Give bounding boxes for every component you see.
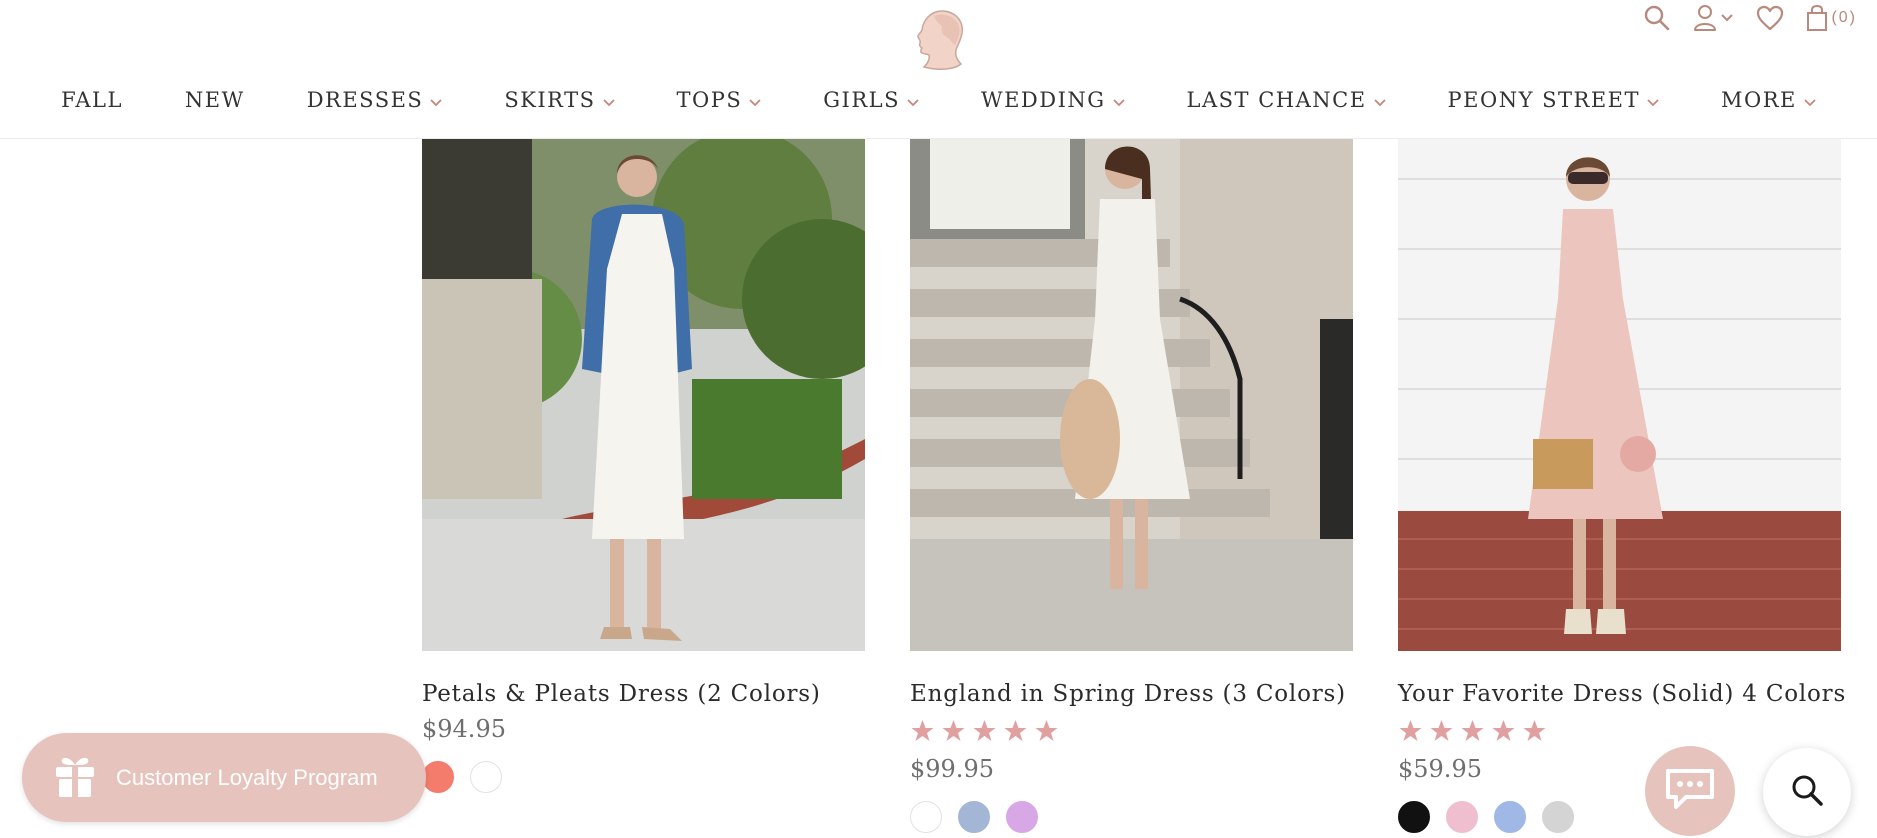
rating-stars [1398,719,1841,747]
nav-item-label: LAST CHANCE [1186,88,1367,112]
star-icon [1398,719,1423,747]
star-icon [941,719,966,747]
star-icon [1460,719,1485,747]
account-icon [1693,4,1717,32]
star-icon [1429,719,1454,747]
chat-button[interactable] [1645,746,1735,836]
loyalty-label: Customer Loyalty Program [116,764,378,790]
color-swatch[interactable] [470,761,502,793]
chat-icon [1664,767,1716,815]
star-icon [972,719,997,747]
nav-item-skirts[interactable]: SKIRTS [473,88,645,112]
product-grid: Petals & Pleats Dress (2 Colors) $94.95 [422,139,1845,833]
account-menu[interactable] [1693,4,1734,32]
nav-item-label: NEW [184,88,245,112]
main-navigation: FALL NEW DRESSES SKIRTS TOPS GIRLS WEDDING LAST… [0,88,1877,112]
chevron-down-icon [1720,13,1734,23]
gift-icon [54,753,96,803]
nav-item-label: FALL [61,88,123,112]
star-icon [1522,719,1547,747]
nav-item-last-chance[interactable]: LAST CHANCE [1156,88,1417,112]
floating-search-button[interactable] [1763,748,1851,836]
logo[interactable] [912,8,968,72]
search-icon [1790,773,1824,811]
header-utility-icons: (0) [1643,4,1857,32]
nav-item-tops[interactable]: TOPS [646,88,793,112]
nav-item-label: DRESSES [306,88,424,112]
nav-item-label: MORE [1721,88,1797,112]
color-swatch[interactable] [958,801,990,833]
product-card[interactable]: England in Spring Dress (3 Colors) $99.9… [910,139,1353,833]
color-swatch[interactable] [1542,801,1574,833]
star-icon [1003,719,1028,747]
nav-item-fall[interactable]: FALL [30,88,154,112]
nav-item-dresses[interactable]: DRESSES [276,88,474,112]
nav-item-girls[interactable]: GIRLS [792,88,950,112]
color-swatch[interactable] [1446,801,1478,833]
nav-item-label: WEDDING [981,88,1106,112]
product-image[interactable] [910,139,1353,651]
cart-icon [1806,4,1828,32]
nav-item-label: TOPS [676,88,743,112]
search-icon[interactable] [1643,4,1671,32]
nav-item-label: SKIRTS [504,88,596,112]
star-icon [1491,719,1516,747]
product-card[interactable]: Your Favorite Dress (Solid) 4 Colors $59… [1398,139,1845,833]
chevron-down-icon [1112,88,1125,112]
cart-count: (0) [1831,9,1857,26]
product-name[interactable]: Petals & Pleats Dress (2 Colors) [422,681,865,707]
chevron-down-icon [1647,88,1659,112]
product-name[interactable]: Your Favorite Dress (Solid) 4 Colors [1398,681,1845,707]
color-swatches [910,801,1353,833]
color-swatch[interactable] [1006,801,1038,833]
heart-icon[interactable] [1756,5,1784,31]
color-swatch[interactable] [1494,801,1526,833]
chevron-down-icon [1804,88,1816,112]
chevron-down-icon [430,88,442,112]
chevron-down-icon [1373,88,1386,112]
nav-item-more[interactable]: MORE [1690,88,1847,112]
product-price: $94.95 [422,715,506,743]
nav-item-peony-street[interactable]: PEONY STREET [1417,88,1690,112]
chevron-down-icon [749,88,761,112]
product-card[interactable]: Petals & Pleats Dress (2 Colors) $94.95 [422,139,865,833]
star-icon [1034,719,1059,747]
site-header: (0) FALL NEW DRESSES SKIRTS TOPS GIRLS WEDDING… [0,0,1877,139]
nav-item-label: GIRLS [823,88,900,112]
customer-loyalty-button[interactable]: Customer Loyalty Program [22,733,426,822]
product-image[interactable] [422,139,865,651]
color-swatch[interactable] [910,801,942,833]
nav-item-label: PEONY STREET [1447,88,1641,112]
chevron-down-icon [907,88,919,112]
star-icon [910,719,935,747]
rating-stars [910,719,1353,747]
color-swatches [422,761,865,793]
nav-item-new[interactable]: NEW [154,88,276,112]
product-price: $99.95 [910,755,994,783]
product-image[interactable] [1398,139,1841,651]
color-swatch[interactable] [1398,801,1430,833]
nav-item-wedding[interactable]: WEDDING [950,88,1156,112]
color-swatch[interactable] [422,761,454,793]
cart-button[interactable]: (0) [1806,4,1857,32]
chevron-down-icon [602,88,615,112]
product-name[interactable]: England in Spring Dress (3 Colors) [910,681,1353,707]
